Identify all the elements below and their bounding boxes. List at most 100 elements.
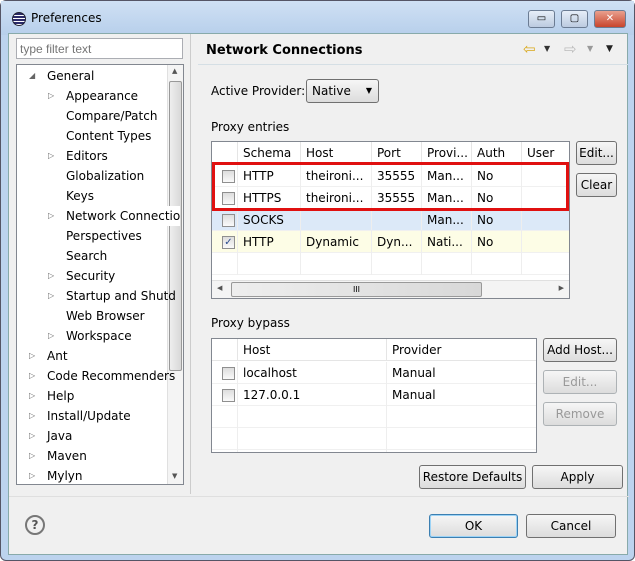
view-menu-icon[interactable]: ▼ (606, 44, 613, 54)
tree-item[interactable]: Web Browser (66, 306, 145, 326)
table-cell (387, 406, 536, 428)
forward-icon[interactable]: ⇨ (564, 40, 577, 58)
table-cell (238, 406, 387, 428)
check-cell (212, 428, 238, 450)
table-row[interactable]: HTTP Dynamic Dyn... Nati... No ✓ (212, 231, 569, 253)
proxy-hscrollbar[interactable]: ◀ III ▶ (212, 280, 569, 298)
tree-item[interactable]: Startup and Shutd (66, 286, 176, 306)
column-header[interactable]: Schema (238, 142, 301, 164)
proxy-clear-button[interactable]: Clear (576, 173, 617, 197)
collapsed-arrow-icon[interactable]: ▷ (48, 286, 54, 306)
preference-tree: ▲ ▼ ◢ General ▷ Appearance Compare/Patch Cont… (16, 64, 184, 485)
collapsed-arrow-icon[interactable]: ▷ (29, 466, 35, 484)
chevron-down-icon: ▼ (365, 86, 372, 95)
restore-defaults-button[interactable]: Restore Defaults (419, 465, 526, 489)
window-title: Preferences (31, 11, 102, 25)
table-cell: SOCKS (238, 209, 301, 231)
column-header[interactable]: User (522, 142, 569, 164)
proxy-edit-button[interactable]: Edit... (576, 141, 617, 165)
tree-item[interactable]: Ant (47, 346, 68, 366)
table-row[interactable]: localhost Manual (212, 362, 536, 384)
collapsed-arrow-icon[interactable]: ▷ (48, 86, 54, 106)
column-header[interactable]: Port (372, 142, 422, 164)
active-provider-value: Native (312, 84, 351, 98)
collapsed-arrow-icon[interactable]: ▷ (48, 326, 54, 346)
table-cell (238, 253, 301, 275)
expanded-arrow-icon[interactable]: ◢ (29, 66, 35, 86)
ok-button[interactable]: OK (429, 514, 518, 538)
collapsed-arrow-icon[interactable]: ▷ (29, 386, 35, 406)
row-checkbox[interactable] (222, 214, 235, 227)
column-header[interactable]: Provider (387, 339, 536, 361)
tree-item[interactable]: Maven (47, 446, 87, 466)
tree-item[interactable]: Java (47, 426, 72, 446)
tree-item[interactable]: Security (66, 266, 115, 286)
table-row[interactable]: SOCKS Man... No (212, 209, 569, 231)
filter-input[interactable] (16, 38, 183, 59)
tree-item[interactable]: Code Recommenders (47, 366, 175, 386)
tree-item[interactable]: Install/Update (47, 406, 131, 426)
tree-scrollbar[interactable]: ▲ ▼ (167, 65, 183, 484)
collapsed-arrow-icon[interactable]: ▷ (29, 446, 35, 466)
tree-item[interactable]: Editors (66, 146, 108, 166)
tree-item[interactable]: Mylyn (47, 466, 83, 484)
tree-item[interactable]: Globalization (66, 166, 144, 186)
column-header[interactable]: Host (301, 142, 372, 164)
column-header[interactable]: Host (238, 339, 387, 361)
collapsed-arrow-icon[interactable]: ▷ (29, 346, 35, 366)
collapsed-arrow-icon[interactable]: ▷ (48, 146, 54, 166)
table-cell (238, 428, 387, 450)
table-cell (301, 209, 372, 231)
bypass-edit-button[interactable]: Edit... (543, 370, 617, 394)
close-button[interactable]: ✕ (594, 10, 626, 28)
maximize-button[interactable]: ▢ (561, 10, 588, 28)
tree-scroll-thumb[interactable] (169, 81, 182, 371)
add-host-button[interactable]: Add Host... (543, 338, 617, 362)
tree-item[interactable]: Compare/Patch (66, 106, 157, 126)
active-provider-select[interactable]: Native ▼ (306, 79, 379, 103)
collapsed-arrow-icon[interactable]: ▷ (29, 366, 35, 386)
help-icon[interactable]: ? (25, 515, 45, 535)
table-row[interactable] (212, 406, 536, 428)
table-row[interactable] (212, 253, 569, 275)
tree-item[interactable]: Content Types (66, 126, 151, 146)
table-cell (387, 450, 536, 452)
tree-item[interactable]: General (47, 66, 94, 86)
proxy-entries-label: Proxy entries (211, 120, 290, 134)
collapsed-arrow-icon[interactable]: ▷ (29, 426, 35, 446)
remove-button[interactable]: Remove (543, 402, 617, 426)
minimize-button[interactable]: ▭ (528, 10, 555, 28)
back-dropdown-icon[interactable]: ▼ (544, 44, 550, 53)
column-header[interactable]: Provi... (422, 142, 472, 164)
dialog-client: ▲ ▼ ◢General▷AppearanceCompare/PatchCont… (8, 33, 629, 555)
table-row[interactable] (212, 428, 536, 450)
cancel-button[interactable]: Cancel (526, 514, 616, 538)
tree-item[interactable]: Workspace (66, 326, 132, 346)
table-cell: localhost (238, 362, 387, 384)
tree-item[interactable]: Network Connectio (66, 206, 181, 226)
tree-item[interactable]: Perspectives (66, 226, 142, 246)
table-header: Schema Host Port Provi... Auth User (212, 142, 569, 164)
forward-dropdown-icon[interactable]: ▼ (587, 44, 593, 53)
apply-button[interactable]: Apply (532, 465, 623, 489)
row-checkbox[interactable] (222, 367, 235, 380)
proxy-scroll-thumb[interactable]: III (231, 282, 482, 297)
column-header[interactable]: Auth (472, 142, 522, 164)
eclipse-icon (12, 12, 26, 26)
tree-item[interactable]: Keys (66, 186, 94, 206)
table-cell: HTTP (238, 231, 301, 253)
table-row[interactable] (212, 450, 536, 452)
highlight-box (212, 162, 569, 211)
check-cell (212, 253, 238, 275)
tree-item[interactable]: Search (66, 246, 107, 266)
row-checkbox[interactable]: ✓ (222, 236, 235, 249)
tree-item[interactable]: Appearance (66, 86, 138, 106)
collapsed-arrow-icon[interactable]: ▷ (29, 406, 35, 426)
collapsed-arrow-icon[interactable]: ▷ (48, 206, 54, 226)
tree-item[interactable]: Help (47, 386, 74, 406)
back-icon[interactable]: ⇦ (523, 40, 536, 58)
collapsed-arrow-icon[interactable]: ▷ (48, 266, 54, 286)
table-row[interactable]: 127.0.0.1 Manual (212, 384, 536, 406)
row-checkbox[interactable] (222, 389, 235, 402)
table-cell (387, 428, 536, 450)
